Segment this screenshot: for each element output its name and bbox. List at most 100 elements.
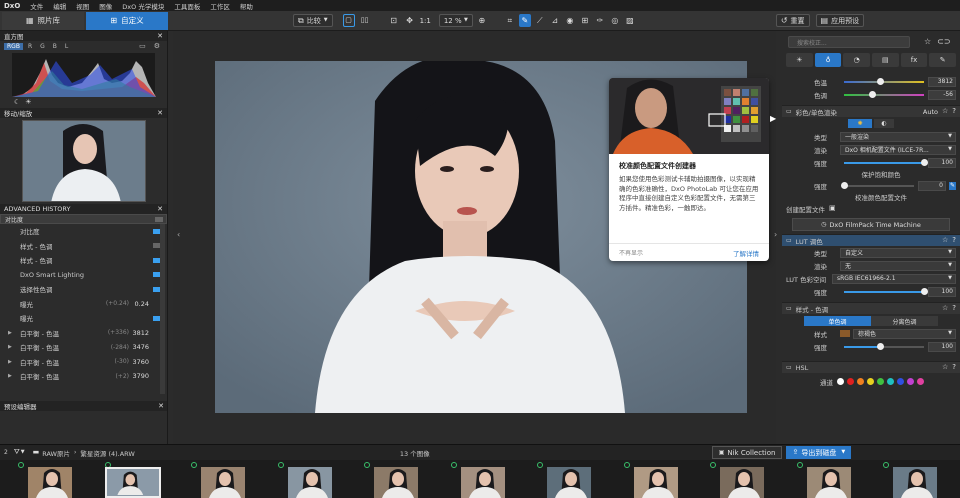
help-icon[interactable]: ? — [952, 237, 956, 244]
render-strength-value[interactable]: 100 — [928, 157, 956, 168]
menu-image[interactable]: 图像 — [99, 1, 112, 11]
channel-rgb[interactable]: RGB — [4, 43, 23, 50]
monitor-icon[interactable]: ▭ — [136, 43, 149, 50]
render-strength-slider[interactable] — [844, 158, 928, 166]
render-type-select[interactable]: 一般渲染 ▼ — [840, 131, 956, 142]
dont-show-again-link[interactable]: 不再显示 — [619, 248, 643, 257]
channel-r[interactable]: R — [25, 43, 35, 50]
toggle-icon[interactable]: ▭ — [786, 364, 792, 371]
horizon-tool[interactable]: ⊿ — [549, 14, 561, 27]
channel-b[interactable]: B — [50, 43, 60, 50]
toggle-icon[interactable]: ▭ — [786, 108, 792, 115]
image-viewer[interactable]: ‹ 校准颜色配置文件创建器 如果您使用色彩测试卡辅助拍摄图像，以实现精确的色彩准… — [173, 31, 777, 444]
hsl-color-swatch[interactable] — [887, 378, 894, 385]
render-profile-select[interactable]: DxO 相机配置文件 (ILCE-7R... ▼ — [840, 144, 956, 155]
help-icon[interactable]: ? — [952, 364, 956, 371]
repair-tool[interactable]: ✑ — [594, 14, 606, 27]
white-balance-picker-tool[interactable]: ✎ — [518, 14, 531, 27]
search-input[interactable]: 搜索校正... — [788, 36, 910, 48]
settings-icon[interactable]: ⚙ — [151, 43, 163, 50]
chevron-down-icon[interactable]: ▼ — [21, 450, 25, 455]
history-item[interactable]: 曝光 (+0.24) 0.24 — [0, 297, 167, 312]
channel-g[interactable]: G — [37, 43, 48, 50]
overlay-toggle[interactable]: ▨ — [624, 14, 636, 27]
calibration-chart-icon[interactable]: ▣ — [829, 205, 836, 212]
history-item[interactable]: 样式 - 色调 — [0, 239, 167, 254]
tone-swatch[interactable] — [840, 330, 850, 337]
history-item[interactable]: 选择性色调 — [0, 282, 167, 297]
tab-single-tone[interactable]: 单色调 — [804, 316, 871, 326]
collapse-right-icon[interactable]: › — [774, 231, 777, 239]
fit-screen-button[interactable]: ⊡ — [388, 14, 400, 27]
lut-type-select[interactable]: 自定义 ▼ — [840, 247, 956, 258]
nik-collection-button[interactable]: ▣ Nik Collection — [711, 446, 783, 459]
menu-file[interactable]: 文件 — [30, 1, 43, 11]
history-item[interactable]: ▶ 白平衡 - 色温 (+2) 3790 — [0, 369, 167, 384]
filmstrip-thumbnail[interactable] — [720, 467, 764, 498]
render-strength-knob[interactable] — [921, 158, 928, 166]
hsl-header[interactable]: ▭ HSL ☆ ? — [782, 361, 960, 373]
learn-more-link[interactable]: 了解详情 — [733, 248, 759, 258]
lut-strength-value[interactable]: 100 — [928, 286, 956, 297]
filmpack-time-machine-button[interactable]: ◷ DxO FilmPack Time Machine — [792, 218, 950, 231]
hsl-color-swatch[interactable] — [857, 378, 864, 385]
lut-strength-knob[interactable] — [921, 287, 928, 295]
close-icon[interactable]: ✕ — [157, 205, 163, 213]
tint-slider[interactable] — [844, 90, 924, 98]
hsl-color-swatch[interactable] — [847, 378, 854, 385]
protect-strength-slider[interactable] — [841, 181, 914, 189]
eyedropper-icon[interactable]: ✎ — [948, 181, 956, 190]
palette-tab-detail[interactable]: ◔ — [843, 53, 871, 67]
menu-help[interactable]: 帮助 — [240, 1, 253, 11]
mono-mode-button[interactable]: ◐ — [874, 119, 894, 128]
menu-edit[interactable]: 编辑 — [53, 1, 66, 11]
star-icon[interactable]: ☆ — [942, 364, 948, 371]
history-scrollbar[interactable] — [160, 224, 165, 394]
crop-tool[interactable]: ⌗ — [504, 14, 516, 27]
close-icon[interactable]: ✕ — [157, 109, 163, 117]
tab-split-tone[interactable]: 分离色调 — [871, 316, 938, 326]
preview-toggle[interactable]: ◎ — [609, 14, 621, 27]
help-icon[interactable]: ? — [952, 107, 956, 116]
history-item[interactable]: ▶ 白平衡 - 色温 (-284) 3476 — [0, 340, 167, 355]
filmstrip-thumbnail[interactable] — [28, 467, 72, 498]
history-item[interactable]: 样式 - 色调 — [0, 253, 167, 268]
pan-button[interactable]: ✥ — [404, 14, 416, 27]
hsl-color-swatch[interactable] — [917, 378, 924, 385]
style-tone-header[interactable]: ▭ 样式 - 色调 ☆ ? — [782, 302, 960, 314]
lut-header[interactable]: ▭ LUT 调色 ☆ ? — [782, 234, 960, 246]
zoom-1to1-button[interactable]: 1:1 — [420, 14, 431, 27]
filter-icon[interactable]: ⛛ — [14, 449, 20, 456]
tab-customize[interactable]: ⊞ 自定义 — [86, 11, 168, 30]
reset-button[interactable]: ↺ 重置 — [775, 14, 810, 27]
lut-strength-slider[interactable] — [844, 287, 928, 295]
moon-icon[interactable]: ☾ — [14, 98, 20, 106]
navigator-preview[interactable] — [22, 120, 146, 202]
compare-button[interactable]: ⧉ 比较 ▼ — [293, 14, 333, 27]
temperature-slider[interactable] — [844, 77, 924, 85]
menu-palettes[interactable]: 工具面板 — [174, 1, 200, 11]
hsl-color-swatch[interactable] — [877, 378, 884, 385]
tone-strength-knob[interactable] — [877, 342, 884, 350]
close-icon[interactable]: ✕ — [158, 402, 164, 410]
hsl-color-swatch[interactable] — [907, 378, 914, 385]
hsl-color-swatch[interactable] — [867, 378, 874, 385]
expand-icon[interactable]: ▶ — [8, 359, 12, 365]
expand-icon[interactable]: ▶ — [8, 344, 12, 350]
zoom-in-button[interactable]: ⊕ — [476, 14, 488, 27]
collapse-left-icon[interactable]: ‹ — [177, 231, 180, 239]
palette-tab-geometry[interactable]: ▤ — [872, 53, 899, 67]
filmstrip-thumbnail[interactable] — [374, 467, 418, 498]
menu-optics[interactable]: DxO 光学模块 — [122, 1, 164, 11]
help-icon[interactable]: ? — [952, 305, 956, 312]
temperature-knob[interactable] — [877, 77, 884, 85]
temperature-value[interactable]: 3812 — [928, 76, 956, 87]
star-icon[interactable]: ☆ — [924, 38, 931, 46]
history-item[interactable]: ▶ 白平衡 - 色温 (+336) 3812 — [0, 326, 167, 341]
redeye-tool[interactable]: ◉ — [564, 14, 576, 27]
sun-icon[interactable]: ☀ — [25, 98, 31, 106]
tint-value[interactable]: -56 — [928, 89, 956, 100]
filmstrip-thumbnail[interactable] — [806, 467, 851, 498]
filmstrip-thumbnail[interactable] — [105, 467, 161, 498]
filmstrip-thumbnail[interactable] — [893, 467, 937, 498]
